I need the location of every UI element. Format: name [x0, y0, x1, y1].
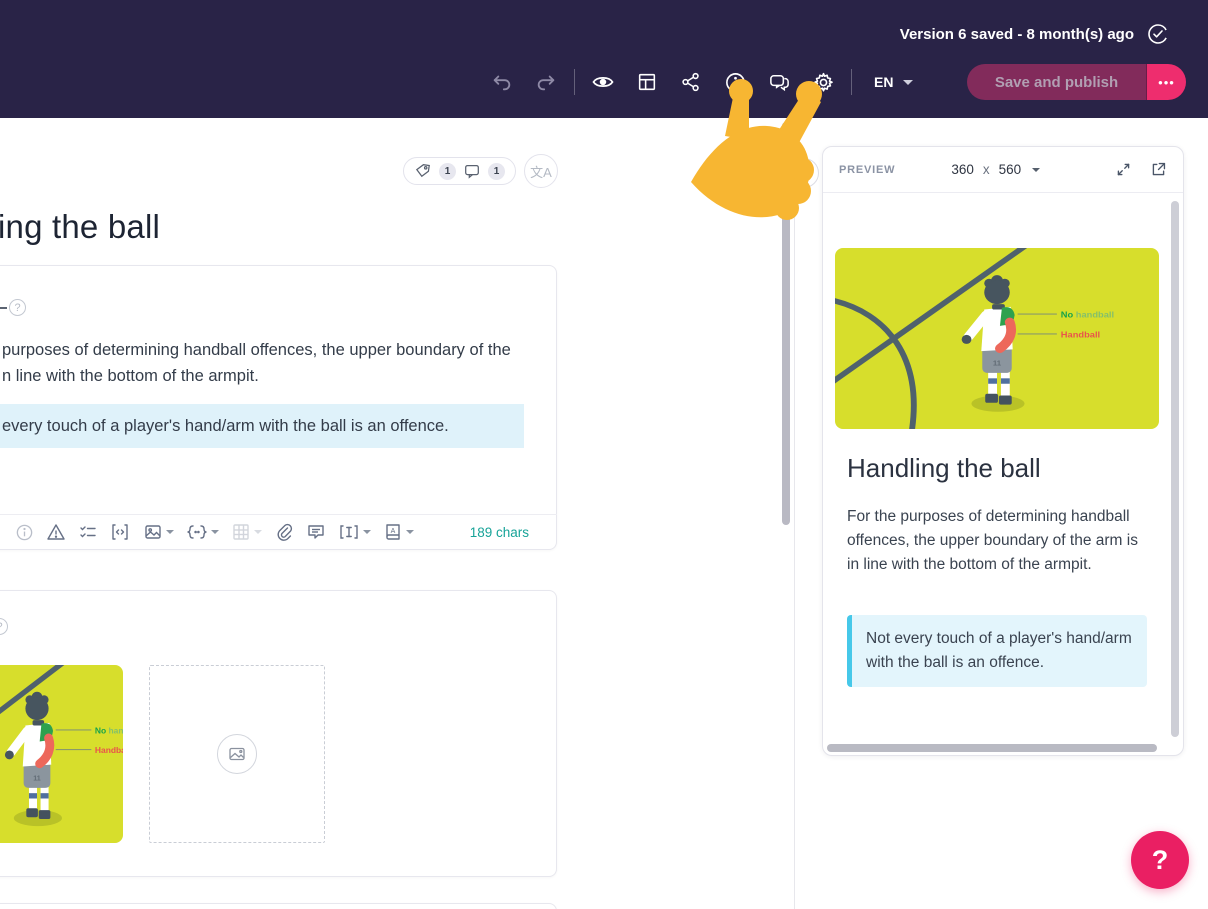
toolbar-divider — [851, 69, 852, 95]
layout-button[interactable] — [625, 62, 669, 102]
panel-divider — [794, 118, 795, 909]
chevron-down-icon — [903, 79, 914, 85]
save-and-publish-button[interactable]: Save and publish — [967, 64, 1146, 100]
preview-eye-button[interactable] — [581, 62, 625, 102]
comment-icon[interactable] — [463, 162, 481, 180]
chevron-right-icon: > — [799, 164, 809, 182]
save-publish-group: Save and publish ••• — [967, 64, 1186, 100]
translate-button[interactable]: 文A — [524, 154, 558, 188]
saved-check-icon — [1146, 22, 1170, 46]
preview-header: PREVIEW 360 x 560 — [823, 147, 1183, 193]
comments-button[interactable] — [757, 62, 801, 102]
body-text-line1: purposes of determining handball offence… — [2, 341, 511, 359]
next-block-card — [0, 903, 557, 909]
main-scrollbar[interactable] — [782, 122, 790, 525]
image-tool-button[interactable] — [136, 518, 180, 546]
share-button[interactable] — [669, 62, 713, 102]
open-external-button[interactable] — [1150, 161, 1167, 178]
glossary-tool-button[interactable]: A — [376, 518, 420, 546]
tag-icon[interactable] — [414, 162, 432, 180]
language-selector[interactable]: EN — [874, 74, 914, 90]
slide-callout: Not every touch of a player's hand/arm w… — [847, 615, 1147, 687]
preview-label: PREVIEW — [839, 163, 896, 176]
table-tool-button[interactable] — [224, 518, 268, 546]
slide-image — [835, 248, 1159, 429]
warning-tool-button[interactable] — [40, 518, 72, 546]
redo-button[interactable] — [524, 62, 568, 102]
collapse-preview-button[interactable]: > — [789, 158, 819, 188]
image-upload-placeholder[interactable] — [149, 665, 325, 843]
translate-icon: 文A — [530, 164, 552, 180]
checklist-tool-button[interactable] — [72, 518, 104, 546]
slide-body: For the purposes of determining handball… — [847, 508, 1138, 573]
settings-gear-button[interactable] — [801, 62, 845, 102]
chevron-down-icon — [1032, 167, 1041, 172]
attachment-tool-button[interactable] — [268, 518, 300, 546]
expand-preview-button[interactable] — [1115, 161, 1132, 178]
variable-tool-button[interactable] — [180, 518, 224, 546]
question-mark: ? — [1151, 844, 1169, 875]
help-icon[interactable]: ? — [9, 299, 26, 316]
highlight-text: every touch of a player's hand/arm with … — [2, 416, 449, 435]
char-count: 189 chars — [469, 524, 529, 540]
toolbar-divider — [574, 69, 575, 95]
lesson-title: ing the ball — [0, 208, 161, 245]
undo-button[interactable] — [480, 62, 524, 102]
chevron-down-icon — [362, 530, 371, 534]
text-field-tool-button[interactable] — [332, 518, 376, 546]
code-block-tool-button[interactable] — [104, 518, 136, 546]
highlight-block[interactable]: every touch of a player's hand/arm with … — [0, 404, 524, 448]
help-glyph: ? — [0, 621, 3, 633]
top-navbar: Version 6 saved - 8 month(s) ago EN Save… — [0, 0, 1208, 118]
version-status: Version 6 saved - 8 month(s) ago — [899, 25, 1134, 43]
chevron-down-icon — [405, 530, 414, 534]
info-button[interactable] — [713, 62, 757, 102]
size-separator: x — [982, 162, 990, 177]
help-glyph: ? — [14, 301, 21, 314]
svg-text:A: A — [390, 528, 395, 535]
chevron-down-icon — [253, 530, 262, 534]
comment-count-badge: 1 — [488, 162, 505, 180]
image-thumbnail[interactable] — [0, 665, 123, 843]
preview-panel: PREVIEW 360 x 560 Handling the ball For … — [822, 146, 1184, 756]
editor-toolbar: A 189 chars — [0, 514, 557, 549]
tag-count-badge: 1 — [439, 162, 456, 180]
language-label: EN — [874, 74, 894, 90]
chevron-down-icon — [165, 530, 174, 534]
help-button[interactable]: ? — [1131, 831, 1189, 889]
body-text-line2: n line with the bottom of the armpit. — [2, 367, 259, 385]
truncated-label-fragment — [0, 307, 7, 309]
more-options-button[interactable]: ••• — [1146, 64, 1186, 100]
preview-width: 360 — [951, 162, 974, 177]
body-text[interactable]: purposes of determining handball offence… — [2, 337, 542, 389]
preview-height: 560 — [998, 162, 1022, 177]
preview-horizontal-scrollbar[interactable] — [827, 744, 1157, 752]
annotation-pill: 1 1 — [403, 157, 516, 185]
slide-title: Handling the ball — [847, 453, 1041, 483]
preview-vertical-scrollbar[interactable] — [1171, 201, 1179, 737]
note-tool-button[interactable] — [300, 518, 332, 546]
preview-size-selector[interactable]: 360 x 560 — [951, 162, 1041, 177]
add-image-icon — [217, 734, 257, 774]
chevron-down-icon — [210, 530, 219, 534]
authoring-app: Version 6 saved - 8 month(s) ago EN Save… — [0, 0, 1208, 909]
info-tool-button[interactable] — [8, 518, 40, 546]
